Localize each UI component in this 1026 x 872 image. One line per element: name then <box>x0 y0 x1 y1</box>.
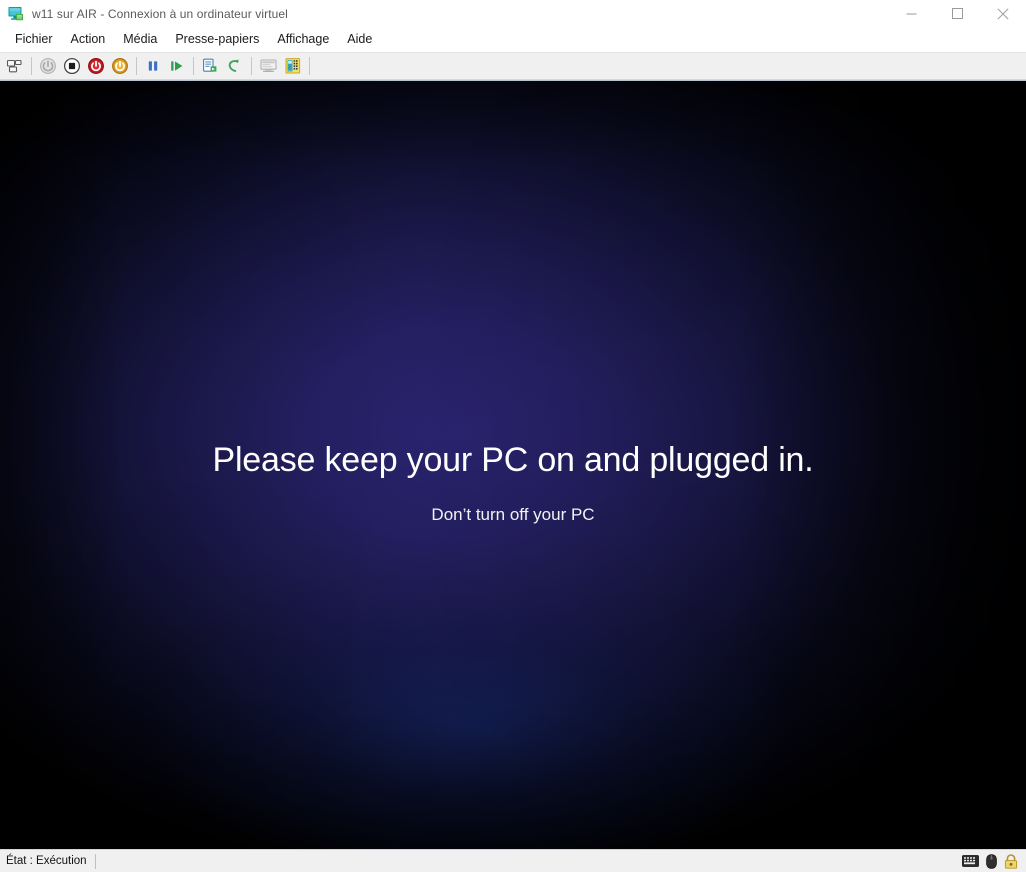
virtual-machine-monitor-icon <box>8 6 23 20</box>
pause-button[interactable] <box>141 54 165 78</box>
toolbar-separator <box>136 57 137 75</box>
keyboard-capture-icon[interactable] <box>962 855 979 867</box>
vm-message-container: Please keep your PC on and plugged in. D… <box>0 81 1026 849</box>
stop-square-icon <box>63 57 81 75</box>
toolbar-separator <box>193 57 194 75</box>
menu-bar: Fichier Action Média Presse-papiers Affi… <box>0 28 1026 52</box>
minimize-icon <box>906 13 916 15</box>
window-controls <box>888 0 1026 28</box>
menu-affichage[interactable]: Affichage <box>268 30 338 50</box>
status-divider <box>94 853 96 869</box>
power-start-icon <box>39 57 57 75</box>
vmconnect-window: w11 sur AIR - Connexion à un ordinateur … <box>0 0 1026 872</box>
close-icon <box>997 7 1009 20</box>
start-button[interactable] <box>36 54 60 78</box>
power-red-icon <box>88 58 104 74</box>
toolbar-separator <box>251 57 252 75</box>
toolbar-separator <box>31 57 32 75</box>
resume-button[interactable] <box>165 54 189 78</box>
maximize-icon <box>951 8 963 19</box>
window-title: w11 sur AIR - Connexion à un ordinateur … <box>32 6 288 21</box>
status-bar: État : Exécution <box>0 849 1026 872</box>
menu-fichier[interactable]: Fichier <box>6 30 62 50</box>
lock-icon[interactable] <box>1004 853 1018 869</box>
power-amber-icon <box>112 58 128 74</box>
vm-headline: Please keep your PC on and plugged in. <box>212 441 814 479</box>
close-button[interactable] <box>980 0 1026 28</box>
basic-session-button[interactable] <box>257 54 281 78</box>
title-bar[interactable]: w11 sur AIR - Connexion à un ordinateur … <box>0 0 1026 28</box>
resume-play-icon <box>171 61 183 71</box>
menu-action[interactable]: Action <box>62 30 115 50</box>
revert-button[interactable] <box>222 54 246 78</box>
pause-icon <box>148 61 158 71</box>
revert-arrow-icon <box>228 59 239 72</box>
enhanced-session-icon <box>285 58 301 74</box>
toolbar <box>0 52 1026 80</box>
status-state: État : Exécution <box>6 855 87 867</box>
mouse-capture-icon[interactable] <box>986 853 997 869</box>
maximize-button[interactable] <box>934 0 980 28</box>
vm-subtitle: Don’t turn off your PC <box>431 505 595 525</box>
shut-down-button[interactable] <box>84 54 108 78</box>
turn-off-button[interactable] <box>60 54 84 78</box>
menu-aide[interactable]: Aide <box>338 30 381 50</box>
keyboard-keys-icon <box>6 59 22 73</box>
minimize-button[interactable] <box>888 0 934 28</box>
menu-presse-papiers[interactable]: Presse-papiers <box>166 30 268 50</box>
checkpoint-button[interactable] <box>198 54 222 78</box>
save-button[interactable] <box>108 54 132 78</box>
status-icon-group <box>962 853 1026 869</box>
basic-session-monitor-icon <box>260 59 277 72</box>
vm-screen[interactable]: Please keep your PC on and plugged in. D… <box>0 80 1026 849</box>
checkpoint-document-icon <box>203 58 217 72</box>
toolbar-separator <box>309 57 310 75</box>
enhanced-session-button[interactable] <box>281 54 305 78</box>
ctrl-alt-del-button[interactable] <box>3 54 27 78</box>
menu-media[interactable]: Média <box>114 30 166 50</box>
